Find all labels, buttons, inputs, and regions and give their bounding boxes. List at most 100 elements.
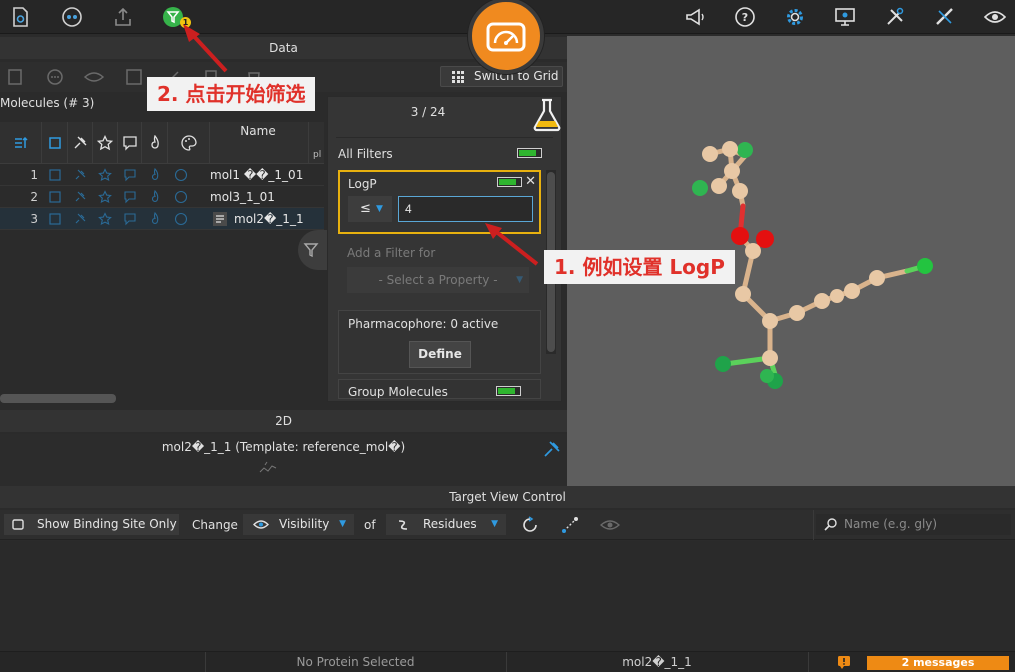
- row-star-icon[interactable]: [98, 168, 112, 182]
- row-checkbox[interactable]: [48, 190, 62, 204]
- row-comment-icon[interactable]: [123, 190, 137, 204]
- 2d-structure-thumbnail: [259, 461, 277, 473]
- pharmacophore-icon[interactable]: [57, 2, 87, 32]
- sort-ascending-icon: [14, 136, 28, 148]
- row-comment-icon[interactable]: [123, 168, 137, 182]
- chevron-down-icon: ▼: [339, 519, 346, 529]
- settings-gear-icon[interactable]: [780, 2, 810, 32]
- molecules-table: Name 1 mol1 ��_1_01 2 mol3_1_01 3 mol2�_…: [0, 122, 324, 406]
- name-column-header[interactable]: Name: [210, 124, 306, 138]
- callout-start-filter: 2. 点击开始筛选: [147, 77, 316, 111]
- svg-text:?: ?: [742, 11, 748, 24]
- truncated-column-header: pl: [313, 150, 322, 160]
- residues-dropdown[interactable]: Residues ▼: [386, 514, 506, 535]
- display-monitor-icon[interactable]: [830, 2, 860, 32]
- more-options-icon[interactable]: [45, 67, 65, 87]
- pin-column-header[interactable]: [68, 122, 93, 164]
- logp-filter-card: LogP ✕ ≤ ▼ 4: [338, 170, 541, 234]
- messages-button[interactable]: 2 messages: [867, 656, 1009, 670]
- row-star-icon[interactable]: [98, 190, 112, 204]
- palette-icon: [180, 135, 197, 151]
- toolbar-divider: [813, 510, 814, 540]
- group-molecules-card: Group Molecules: [338, 379, 541, 399]
- project-file-icon[interactable]: [5, 2, 35, 32]
- table-row-selected[interactable]: 3 mol2�_1_1: [0, 208, 324, 230]
- column-divider: [308, 122, 309, 164]
- result-pager: 3 / 24: [410, 105, 446, 119]
- row-molecule-name: mol2�_1_1: [234, 212, 304, 226]
- table-row[interactable]: 1 mol1 ��_1_01: [0, 164, 324, 186]
- hide-view-icon[interactable]: [600, 516, 620, 534]
- close-icon[interactable]: ✕: [525, 175, 536, 188]
- select-property-placeholder: - Select a Property -: [378, 273, 498, 287]
- row-checkbox[interactable]: [48, 168, 62, 182]
- tools-icon[interactable]: [880, 2, 910, 32]
- chevron-down-icon: ▼: [376, 204, 383, 214]
- group-molecules-toggle[interactable]: [496, 386, 521, 396]
- row-comment-icon[interactable]: [123, 212, 137, 226]
- row-palette-icon[interactable]: [174, 168, 188, 182]
- row-checkbox[interactable]: [48, 212, 62, 226]
- 2d-panel-header: 2D: [0, 410, 567, 432]
- eye-toggle-icon[interactable]: [84, 67, 104, 87]
- view-eye-icon[interactable]: [980, 2, 1010, 32]
- star-icon: [97, 135, 113, 151]
- target-view-header: Target View Control: [0, 486, 1015, 508]
- pin-icon[interactable]: [543, 440, 561, 458]
- help-icon[interactable]: ?: [730, 2, 760, 32]
- row-pin-icon[interactable]: [73, 212, 87, 226]
- select-column-header[interactable]: [42, 122, 68, 164]
- notes-icon[interactable]: [212, 211, 228, 227]
- announcement-icon[interactable]: [680, 2, 710, 32]
- protein-status: No Protein Selected: [296, 655, 415, 669]
- residue-search-input[interactable]: Name (e.g. gly): [816, 514, 1011, 535]
- row-flame-icon[interactable]: [148, 168, 162, 182]
- row-flame-icon[interactable]: [148, 190, 162, 204]
- eye-icon: [253, 520, 269, 529]
- row-star-icon[interactable]: [98, 212, 112, 226]
- show-binding-site-button[interactable]: Show Binding Site Only: [4, 514, 179, 535]
- table-horizontal-scrollbar[interactable]: [0, 394, 116, 403]
- logp-value-input[interactable]: 4: [398, 196, 533, 222]
- visibility-value: Visibility: [279, 517, 330, 531]
- target-view-content: [0, 541, 1015, 651]
- divider: [336, 137, 553, 138]
- calculator-icon[interactable]: [5, 67, 25, 87]
- dashboard-gauge-button[interactable]: [468, 0, 544, 74]
- search-placeholder: Name (e.g. gly): [844, 517, 938, 531]
- all-filters-toggle[interactable]: [517, 148, 542, 158]
- row-pin-icon[interactable]: [73, 190, 87, 204]
- table-header: Name: [0, 122, 324, 164]
- favorite-column-header[interactable]: [93, 122, 118, 164]
- color-column-header[interactable]: [168, 122, 210, 164]
- measure-icon[interactable]: [930, 2, 960, 32]
- reset-icon[interactable]: [521, 516, 539, 534]
- export-icon[interactable]: [108, 2, 138, 32]
- molecules-count-title: Molecules (# 3): [0, 96, 95, 110]
- status-bar: No Protein Selected mol2�_1_1 2 messages: [0, 651, 1015, 672]
- measure-distance-icon[interactable]: [561, 516, 579, 534]
- row-molecule-name: mol3_1_01: [210, 190, 275, 204]
- operator-select[interactable]: ≤ ▼: [348, 196, 392, 222]
- table-row[interactable]: 2 mol3_1_01: [0, 186, 324, 208]
- comment-column-header[interactable]: [118, 122, 142, 164]
- row-pin-icon[interactable]: [73, 168, 87, 182]
- flask-icon[interactable]: [531, 97, 563, 133]
- show-binding-site-label: Show Binding Site Only: [37, 517, 177, 531]
- save-icon[interactable]: [124, 67, 144, 87]
- logp-filter-toggle[interactable]: [497, 177, 522, 187]
- checkbox-icon: [12, 519, 24, 530]
- row-palette-icon[interactable]: [174, 190, 188, 204]
- row-palette-icon[interactable]: [174, 212, 188, 226]
- visibility-dropdown[interactable]: Visibility ▼: [243, 514, 354, 535]
- callout-set-logp: 1. 例如设置 LogP: [544, 250, 735, 284]
- select-property-dropdown[interactable]: - Select a Property - ▼: [347, 267, 529, 293]
- of-label: of: [364, 518, 376, 532]
- hot-column-header[interactable]: [142, 122, 168, 164]
- residues-value: Residues: [423, 517, 477, 531]
- define-button[interactable]: Define: [409, 341, 471, 368]
- sort-column-header[interactable]: [0, 122, 42, 164]
- pharmacophore-status: Pharmacophore: 0 active: [348, 317, 499, 331]
- row-flame-icon[interactable]: [148, 212, 162, 226]
- grid-icon: [452, 71, 464, 83]
